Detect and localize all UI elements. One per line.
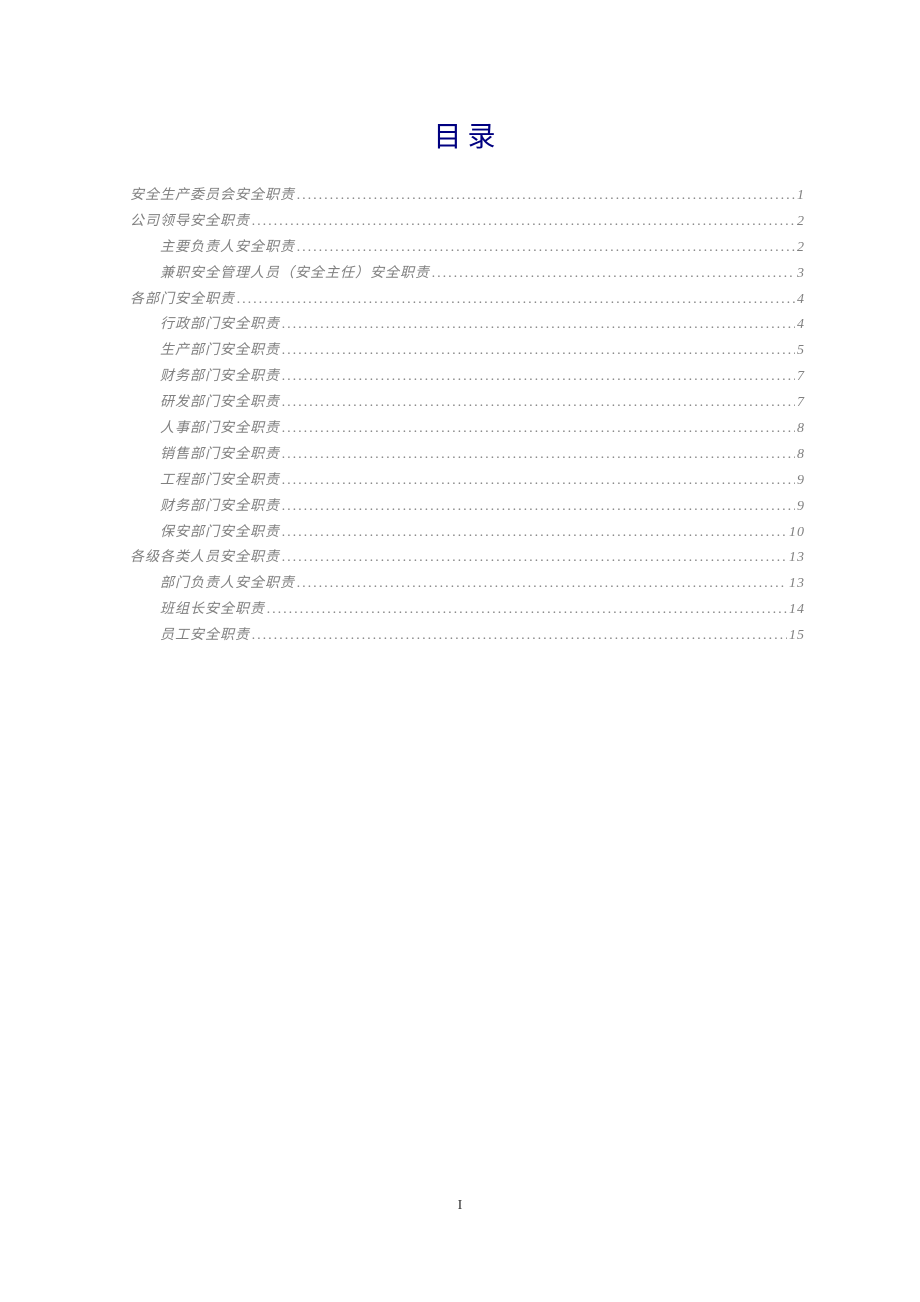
toc-entry-leader: ........................................… (252, 209, 795, 235)
page-number-footer: I (0, 1198, 920, 1214)
toc-entry-leader: ........................................… (282, 545, 787, 571)
toc-entry-label: 兼职安全管理人员（安全主任）安全职责 (160, 261, 430, 287)
toc-entry-leader: ........................................… (282, 468, 795, 494)
toc-entry-page: 4 (797, 287, 805, 313)
toc-entry-page: 9 (797, 468, 805, 494)
toc-entry[interactable]: 安全生产委员会安全职责.............................… (130, 183, 805, 209)
toc-entry-label: 部门负责人安全职责 (160, 571, 295, 597)
toc-entry-label: 公司领导安全职责 (130, 209, 250, 235)
toc-entry-leader: ........................................… (432, 261, 795, 287)
toc-entry-label: 财务部门安全职责 (160, 364, 280, 390)
toc-entry-label: 员工安全职责 (160, 623, 250, 649)
toc-entry-leader: ........................................… (237, 287, 795, 313)
toc-entry-leader: ........................................… (282, 416, 795, 442)
toc-entry-label: 销售部门安全职责 (160, 442, 280, 468)
toc-entry-page: 2 (797, 235, 805, 261)
toc-entry-page: 5 (797, 338, 805, 364)
toc-entry-page: 7 (797, 364, 805, 390)
toc-entry-leader: ........................................… (282, 338, 795, 364)
toc-entry[interactable]: 生产部门安全职责................................… (130, 338, 805, 364)
toc-entry-page: 10 (789, 520, 805, 546)
toc-entry[interactable]: 部门负责人安全职责...............................… (130, 571, 805, 597)
toc-entry-page: 3 (797, 261, 805, 287)
toc-entry-leader: ........................................… (267, 597, 787, 623)
toc-entry-label: 班组长安全职责 (160, 597, 265, 623)
toc-entry-leader: ........................................… (282, 520, 787, 546)
toc-entry[interactable]: 人事部门安全职责................................… (130, 416, 805, 442)
toc-entry[interactable]: 各级各类人员安全职责..............................… (130, 545, 805, 571)
toc-entry[interactable]: 财务部门安全职责................................… (130, 364, 805, 390)
toc-entry[interactable]: 销售部门安全职责................................… (130, 442, 805, 468)
toc-entry-leader: ........................................… (282, 442, 795, 468)
toc-entry-page: 14 (789, 597, 805, 623)
document-page: 目录 安全生产委员会安全职责..........................… (0, 0, 920, 649)
toc-entry-label: 各级各类人员安全职责 (130, 545, 280, 571)
toc-entry[interactable]: 主要负责人安全职责...............................… (130, 235, 805, 261)
toc-entry[interactable]: 公司领导安全职责................................… (130, 209, 805, 235)
toc-entry-page: 13 (789, 571, 805, 597)
toc-entry-label: 主要负责人安全职责 (160, 235, 295, 261)
toc-entry-leader: ........................................… (282, 312, 795, 338)
toc-entry-page: 7 (797, 390, 805, 416)
toc-entry-page: 8 (797, 442, 805, 468)
toc-title: 目录 (130, 115, 805, 155)
toc-entry-label: 人事部门安全职责 (160, 416, 280, 442)
toc-entry-page: 4 (797, 312, 805, 338)
toc-entry-leader: ........................................… (282, 494, 795, 520)
toc-entry[interactable]: 研发部门安全职责................................… (130, 390, 805, 416)
toc-entry-leader: ........................................… (297, 183, 795, 209)
toc-entry-label: 工程部门安全职责 (160, 468, 280, 494)
toc-entry-leader: ........................................… (282, 390, 795, 416)
toc-entry-label: 保安部门安全职责 (160, 520, 280, 546)
toc-entry-label: 生产部门安全职责 (160, 338, 280, 364)
toc-entry-leader: ........................................… (252, 623, 787, 649)
toc-entry[interactable]: 工程部门安全职责................................… (130, 468, 805, 494)
toc-entry[interactable]: 班组长安全职责.................................… (130, 597, 805, 623)
toc-entry[interactable]: 各部门安全职责.................................… (130, 287, 805, 313)
toc-entry[interactable]: 财务部门安全职责................................… (130, 494, 805, 520)
toc-entry-page: 8 (797, 416, 805, 442)
toc-entry[interactable]: 行政部门安全职责................................… (130, 312, 805, 338)
toc-entry-label: 研发部门安全职责 (160, 390, 280, 416)
toc-entry[interactable]: 员工安全职责..................................… (130, 623, 805, 649)
toc-entry-page: 15 (789, 623, 805, 649)
toc-entry-leader: ........................................… (282, 364, 795, 390)
toc-entry-page: 9 (797, 494, 805, 520)
toc-entry-leader: ........................................… (297, 235, 795, 261)
toc-entry-page: 13 (789, 545, 805, 571)
toc-entry-label: 行政部门安全职责 (160, 312, 280, 338)
toc-entry-page: 2 (797, 209, 805, 235)
table-of-contents: 安全生产委员会安全职责.............................… (130, 183, 805, 649)
toc-entry-label: 安全生产委员会安全职责 (130, 183, 295, 209)
toc-entry[interactable]: 保安部门安全职责................................… (130, 520, 805, 546)
toc-entry-label: 财务部门安全职责 (160, 494, 280, 520)
toc-entry-leader: ........................................… (297, 571, 787, 597)
toc-entry-page: 1 (797, 183, 805, 209)
toc-entry[interactable]: 兼职安全管理人员（安全主任）安全职责......................… (130, 261, 805, 287)
toc-entry-label: 各部门安全职责 (130, 287, 235, 313)
